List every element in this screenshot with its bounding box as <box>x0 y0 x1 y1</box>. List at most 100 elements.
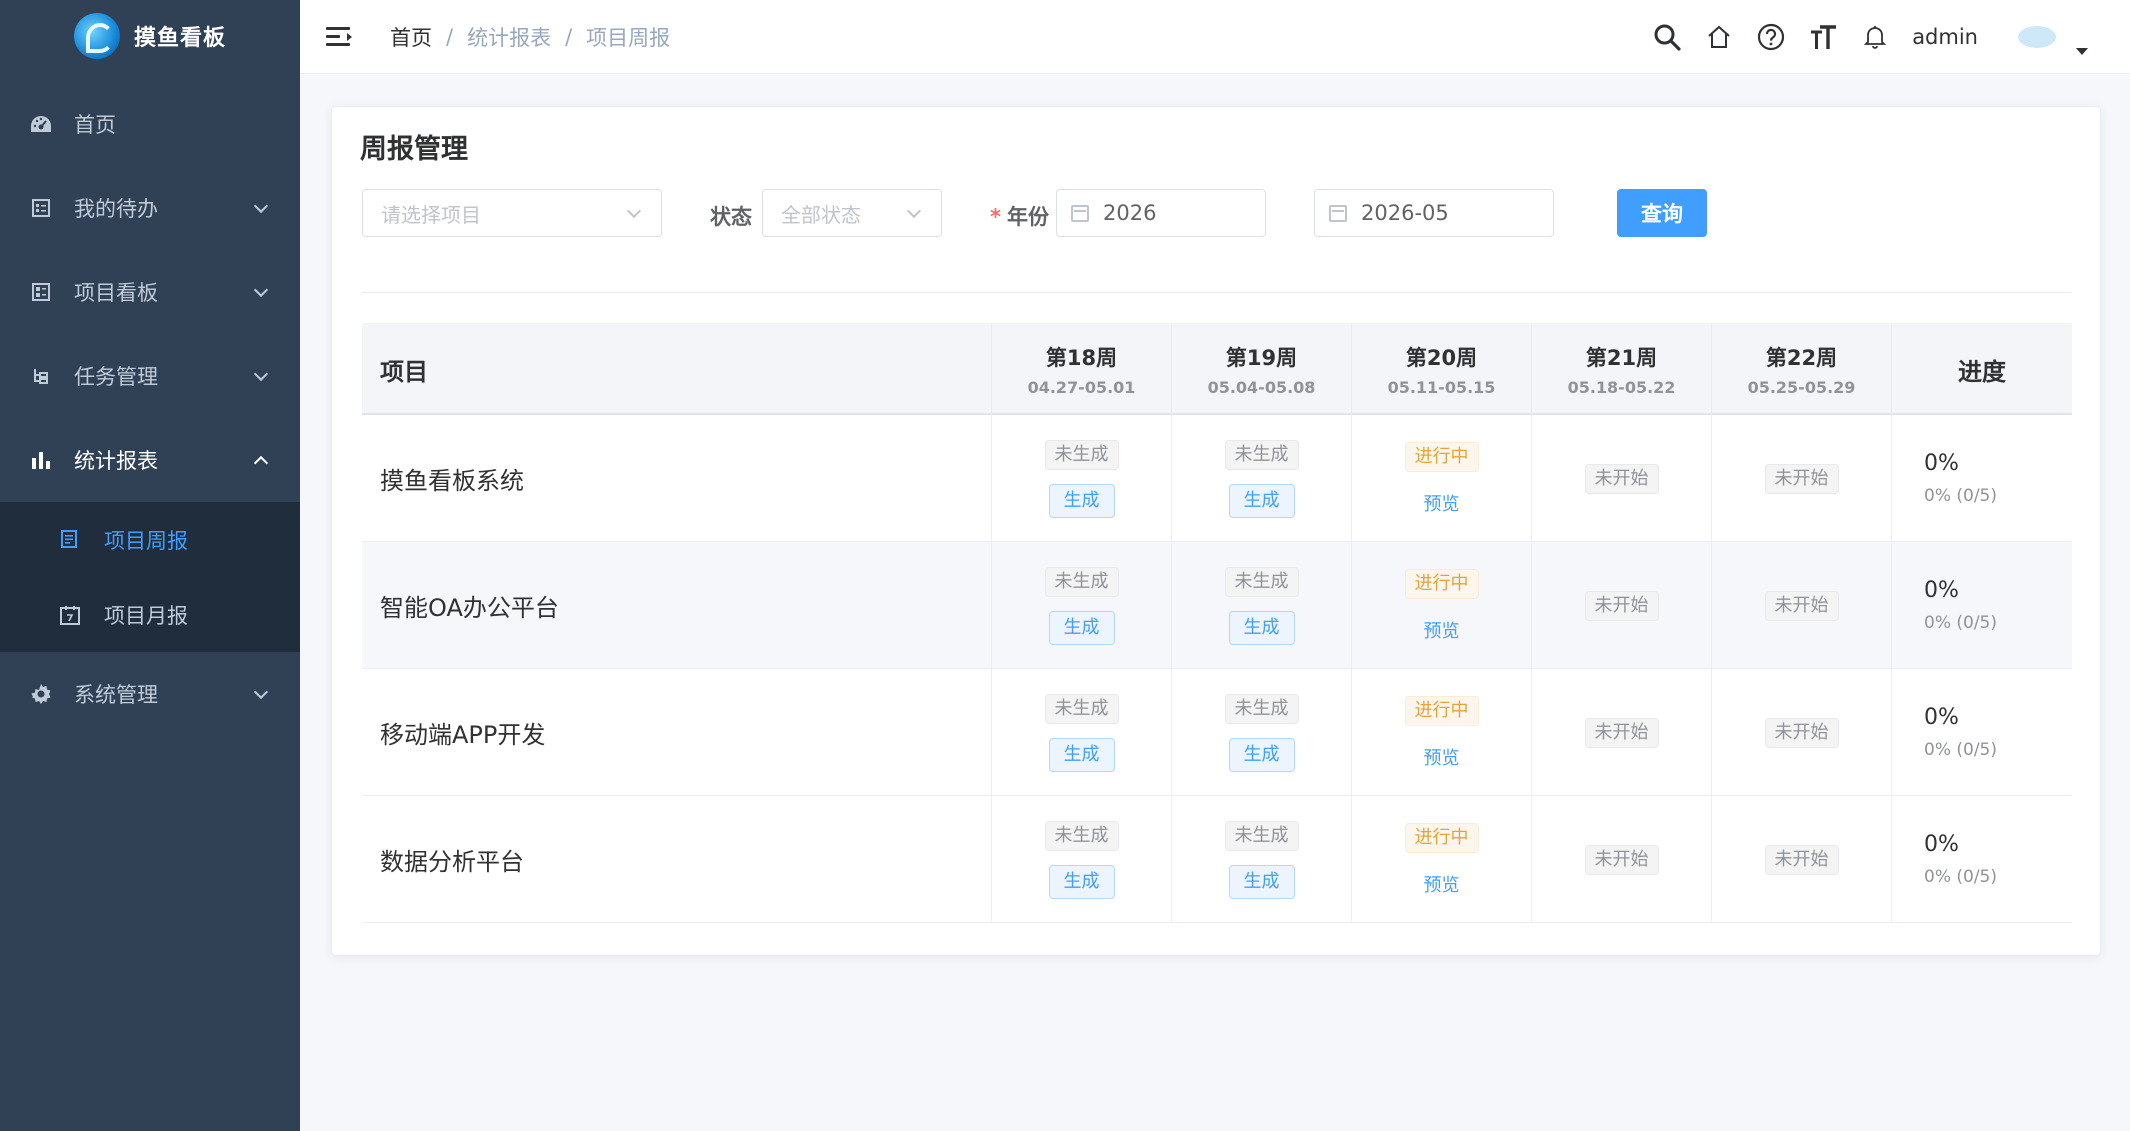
week-cell: 未开始 <box>1532 542 1712 669</box>
status-select-value: 全部状态 <box>781 202 861 227</box>
sidebar-item-board[interactable]: 项目看板 <box>0 250 300 334</box>
week-cell: 未生成 生成 <box>992 796 1172 923</box>
breadcrumb: 首页 / 统计报表 / 项目周报 <box>390 22 670 52</box>
project-select-placeholder: 请选择项目 <box>381 202 481 227</box>
week-range: 05.18-05.22 <box>1567 377 1676 397</box>
status-badge: 未生成 <box>1044 820 1119 851</box>
status-badge: 未生成 <box>1224 439 1299 470</box>
column-header-week-22: 第22周 05.25-05.29 <box>1712 323 1892 415</box>
generate-button[interactable]: 生成 <box>1228 483 1295 518</box>
table-header: 项目 第18周 04.27-05.01 第19周 05.04-05.08 第20… <box>362 323 2072 415</box>
status-badge: 未生成 <box>1044 693 1119 724</box>
status-badge: 未开始 <box>1584 463 1659 494</box>
generate-button[interactable]: 生成 <box>1048 610 1115 645</box>
progress-detail: 0% (0/5) <box>1924 867 1997 887</box>
app-title: 摸鱼看板 <box>133 26 226 51</box>
gear-icon <box>30 683 52 705</box>
chevron-down-icon <box>253 198 269 214</box>
column-header-week-18: 第18周 04.27-05.01 <box>992 323 1172 415</box>
preview-link[interactable]: 预览 <box>1424 744 1460 770</box>
sidebar-item-tasks[interactable]: 任务管理 <box>0 334 300 418</box>
status-badge: 未生成 <box>1224 820 1299 851</box>
home-icon[interactable] <box>1704 22 1734 52</box>
project-name: 数据分析平台 <box>362 796 992 923</box>
username[interactable]: admin <box>1912 25 1978 49</box>
calendar-icon <box>60 605 80 625</box>
status-badge: 未生成 <box>1224 693 1299 724</box>
help-icon[interactable] <box>1756 22 1786 52</box>
avatar[interactable] <box>2018 26 2056 48</box>
week-range: 05.11-05.15 <box>1387 377 1496 397</box>
status-badge: 未生成 <box>1044 566 1119 597</box>
year-picker[interactable]: 2026 <box>1056 189 1266 237</box>
sidebar-item-label: 系统管理 <box>74 683 158 707</box>
reports-submenu: 项目周报 项目月报 <box>0 502 300 652</box>
week-name: 第19周 <box>1225 345 1298 370</box>
generate-button[interactable]: 生成 <box>1048 737 1115 772</box>
generate-button[interactable]: 生成 <box>1228 864 1295 899</box>
progress-wrap: 0% 0% (0/5) <box>1892 578 2072 633</box>
preview-link[interactable]: 预览 <box>1424 617 1460 643</box>
week-cell: 进行中 预览 <box>1352 415 1532 542</box>
page-title: 周报管理 <box>360 134 468 165</box>
app-root: 摸鱼看板 首页 我的待办 项目看板 任务管理 统计报表 项目周报 项目月报 系统… <box>0 0 2130 1131</box>
generate-button[interactable]: 生成 <box>1048 483 1115 518</box>
project-name: 移动端APP开发 <box>362 669 992 796</box>
week-range: 04.27-05.01 <box>1027 377 1136 397</box>
weekly-report-card: 周报管理 请选择项目 状态 全部状态 * 年份 2026 2026-05 查询 … <box>331 106 2101 956</box>
breadcrumb-home[interactable]: 首页 <box>390 22 432 52</box>
chevron-down-icon <box>906 203 922 219</box>
project-name: 摸鱼看板系统 <box>362 415 992 542</box>
menu-toggle-icon[interactable] <box>326 26 352 48</box>
week-cell: 未生成 生成 <box>1172 796 1352 923</box>
project-select[interactable]: 请选择项目 <box>362 189 662 237</box>
status-badge: 未开始 <box>1584 844 1659 875</box>
generate-button[interactable]: 生成 <box>1228 610 1295 645</box>
progress-wrap: 0% 0% (0/5) <box>1892 705 2072 760</box>
table-row: 智能OA办公平台 未生成 生成 未生成 生成 进行中 预览 未开始 未开始 0%… <box>362 542 2072 669</box>
chevron-down-icon <box>253 684 269 700</box>
status-badge: 进行中 <box>1404 822 1479 853</box>
breadcrumb-separator: / <box>446 24 454 49</box>
status-badge: 进行中 <box>1404 568 1479 599</box>
sidebar-item-home[interactable]: 首页 <box>0 82 300 166</box>
sidebar-item-label: 项目看板 <box>74 281 158 305</box>
week-cell: 未开始 <box>1712 415 1892 542</box>
bell-icon[interactable] <box>1860 22 1890 52</box>
sidebar-item-system[interactable]: 系统管理 <box>0 652 300 736</box>
top-navbar: 首页 / 统计报表 / 项目周报 admin <box>300 0 2130 74</box>
sidebar-item-monthly-report[interactable]: 项目月报 <box>0 577 300 652</box>
status-badge: 进行中 <box>1404 695 1479 726</box>
query-button[interactable]: 查询 <box>1617 189 1707 237</box>
status-select[interactable]: 全部状态 <box>762 189 942 237</box>
calendar-icon <box>1071 204 1089 222</box>
board-icon <box>30 281 52 303</box>
caret-down-icon[interactable] <box>2076 47 2088 55</box>
week-cell: 未生成 生成 <box>1172 669 1352 796</box>
week-cell: 未生成 生成 <box>992 415 1172 542</box>
generate-button[interactable]: 生成 <box>1228 737 1295 772</box>
month-picker[interactable]: 2026-05 <box>1314 189 1554 237</box>
generate-button[interactable]: 生成 <box>1048 864 1115 899</box>
preview-link[interactable]: 预览 <box>1424 871 1460 897</box>
progress-cell: 0% 0% (0/5) <box>1892 415 2072 542</box>
breadcrumb-reports: 统计报表 <box>467 25 552 50</box>
status-badge: 未开始 <box>1764 717 1839 748</box>
week-cell: 未开始 <box>1532 796 1712 923</box>
column-header-week-20: 第20周 05.11-05.15 <box>1352 323 1532 415</box>
week-name: 第22周 <box>1765 345 1838 370</box>
logo[interactable]: 摸鱼看板 <box>0 0 300 72</box>
week-cell: 未开始 <box>1532 669 1712 796</box>
preview-link[interactable]: 预览 <box>1424 490 1460 516</box>
sidebar-item-todo[interactable]: 我的待办 <box>0 166 300 250</box>
font-size-icon[interactable] <box>1808 22 1838 52</box>
week-name: 第21周 <box>1585 345 1658 370</box>
sidebar-item-weekly-report[interactable]: 项目周报 <box>0 502 300 577</box>
search-icon[interactable] <box>1652 22 1682 52</box>
progress-wrap: 0% 0% (0/5) <box>1892 451 2072 506</box>
column-header-progress: 进度 <box>1958 357 2006 386</box>
sidebar-item-reports[interactable]: 统计报表 <box>0 418 300 502</box>
breadcrumb-separator: / <box>565 24 573 49</box>
document-icon <box>60 529 80 550</box>
progress-cell: 0% 0% (0/5) <box>1892 542 2072 669</box>
